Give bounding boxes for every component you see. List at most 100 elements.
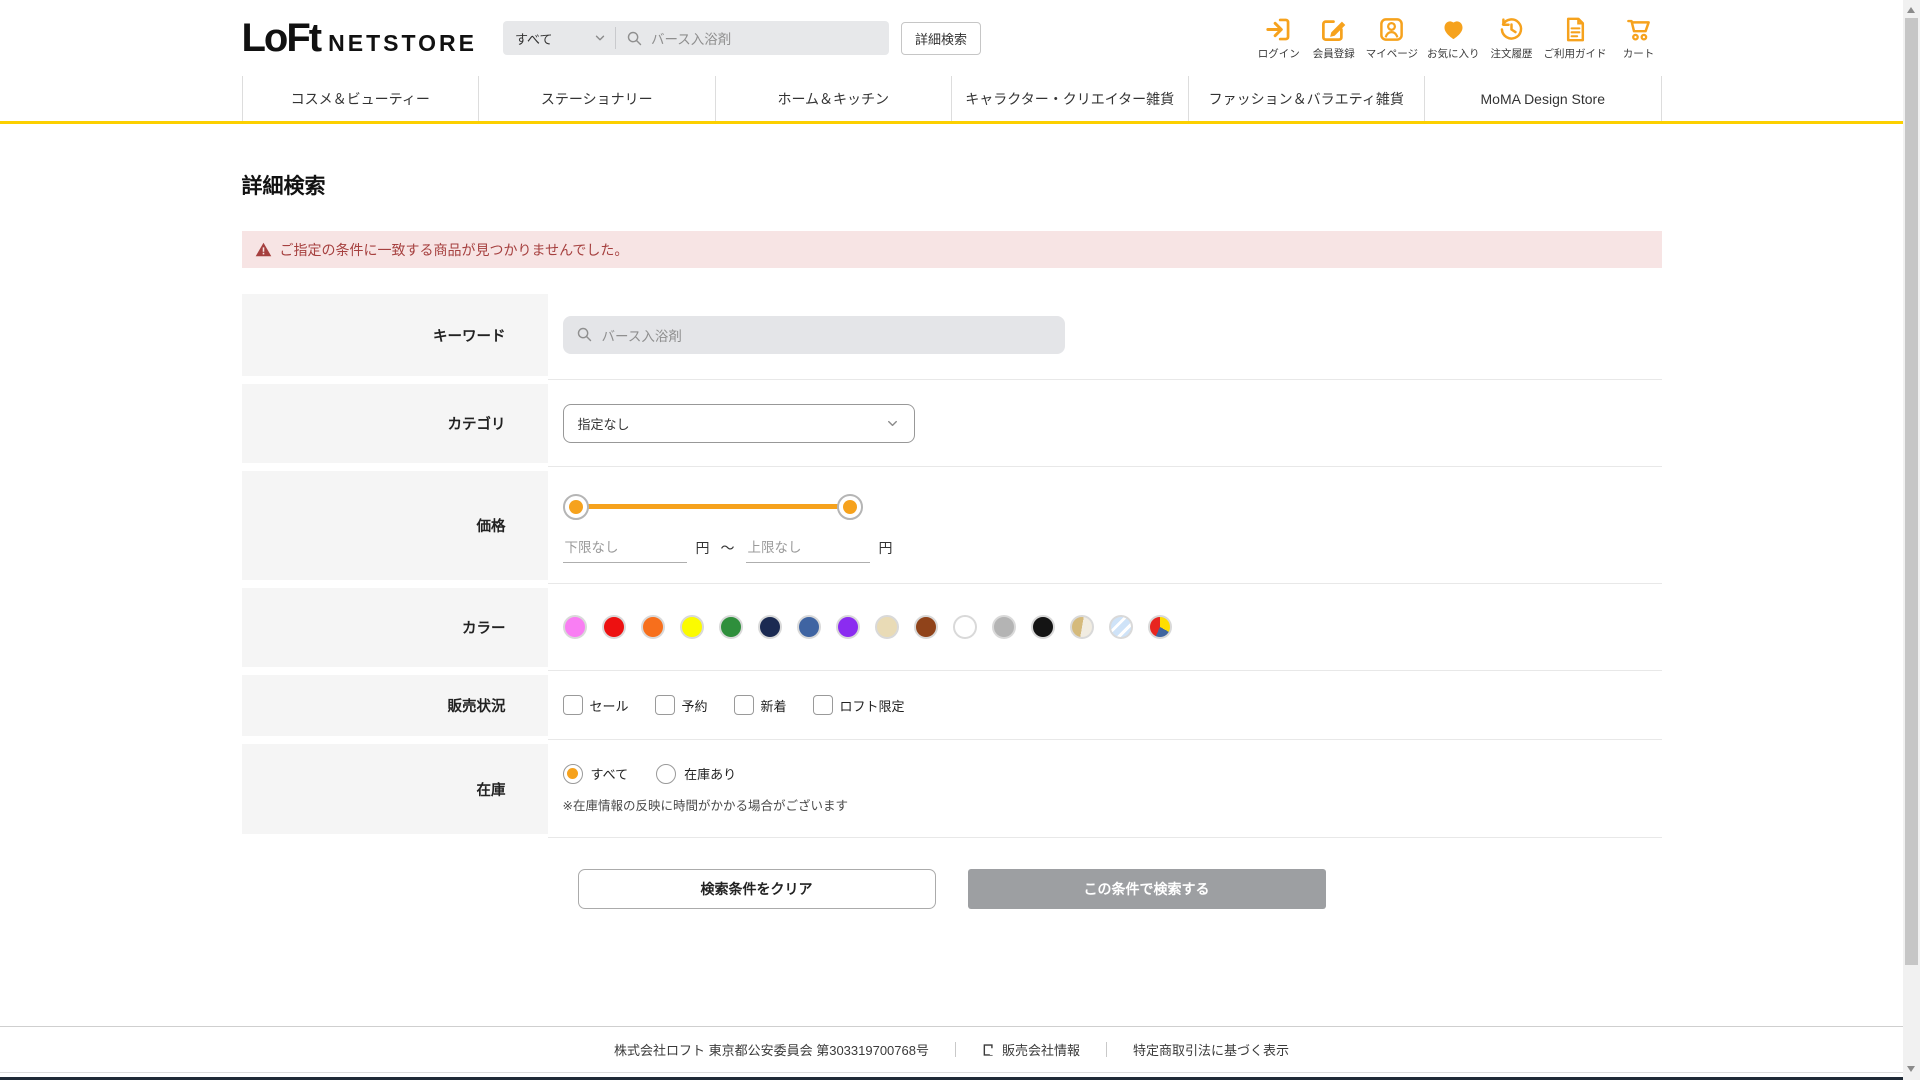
search-query-text: バース入浴剤: [650, 32, 732, 47]
footer-divider: [1105, 1042, 1107, 1057]
footer-legal-label: 特定商取引法に基づく表示: [1132, 1043, 1289, 1058]
detail-search-button[interactable]: 詳細検索: [900, 21, 981, 55]
radio-label: 在庫あり: [684, 767, 737, 782]
search-icon: [627, 31, 642, 45]
color-swatch-black[interactable]: [1030, 615, 1055, 639]
checkbox-box: [733, 695, 754, 715]
color-swatch-white[interactable]: [952, 615, 977, 639]
keyword-label: キーワード: [241, 294, 548, 376]
favorites-icon: [1444, 20, 1463, 39]
scrollbar-up-arrow[interactable]: [1907, 7, 1915, 13]
color-swatch-green[interactable]: [718, 615, 743, 639]
color-swatch-orange[interactable]: [640, 615, 665, 639]
guide-link[interactable]: ご利用ガイド: [1544, 16, 1607, 61]
checkbox-box: [654, 695, 675, 715]
register-label: 会員登録: [1312, 47, 1355, 60]
color-swatch-blue[interactable]: [796, 615, 821, 639]
register-link[interactable]: 会員登録: [1311, 16, 1357, 61]
scrollbar[interactable]: [1903, 0, 1920, 1080]
sales-status-label: 販売状況: [241, 675, 548, 736]
footer-company-info-label: 販売会社情報: [1001, 1043, 1080, 1058]
warning-icon: [255, 242, 271, 257]
form-row-sales-status: 販売状況 セール 予約 新着 ロフト限定: [241, 671, 1662, 740]
error-message-bar: ご指定の条件に一致する商品が見つかりませんでした。: [241, 231, 1662, 268]
search-with-conditions-button[interactable]: この条件で検索する: [967, 869, 1326, 909]
scrollbar-down-arrow[interactable]: [1907, 1066, 1915, 1072]
checkbox-sale[interactable]: セール: [562, 695, 629, 715]
color-swatch-multicolor[interactable]: [1147, 615, 1172, 639]
slider-track[interactable]: [574, 504, 851, 509]
color-swatch-beige[interactable]: [874, 615, 899, 639]
cart-icon: [1627, 19, 1650, 41]
checkbox-box: [812, 695, 833, 715]
nav-item-character[interactable]: キャラクター・クリエイター雑貨: [951, 76, 1188, 121]
keyword-input[interactable]: バース入浴剤: [562, 315, 1065, 354]
chevron-down-icon: [887, 420, 897, 426]
search-input[interactable]: バース入浴剤: [616, 28, 889, 48]
color-swatch-clear[interactable]: [1108, 615, 1133, 639]
nav-item-home-kitchen[interactable]: ホーム＆キッチン: [714, 76, 952, 121]
category-select[interactable]: 指定なし: [562, 403, 915, 443]
nav-item-moma[interactable]: MoMA Design Store: [1424, 76, 1662, 121]
clear-conditions-button[interactable]: 検索条件をクリア: [577, 869, 936, 909]
checkbox-preorder[interactable]: 予約: [654, 695, 708, 715]
favorites-link[interactable]: お気に入り: [1427, 16, 1480, 61]
header: LoFt NETSTORE すべて バース入浴剤 詳細検索 ログイン 会員登録 …: [242, 0, 1662, 76]
page-title: 詳細検索: [241, 175, 326, 198]
color-swatch-navy[interactable]: [757, 615, 782, 639]
stock-options: すべて 在庫あり: [562, 763, 1662, 784]
color-swatch-pink[interactable]: [562, 615, 587, 639]
checkbox-loft-exclusive[interactable]: ロフト限定: [812, 695, 905, 715]
main-content: 詳細検索 ご指定の条件に一致する商品が見つかりませんでした。 キーワード バース…: [241, 170, 1662, 909]
slider-handle-max[interactable]: [836, 493, 863, 520]
login-icon: [1266, 18, 1290, 40]
category-selected-value: 指定なし: [577, 416, 630, 432]
order-history-link[interactable]: 注文履歴: [1489, 16, 1535, 61]
color-swatch-yellow[interactable]: [679, 615, 704, 639]
logo-loft-text: LoFt: [241, 16, 323, 60]
page: LoFt NETSTORE すべて バース入浴剤 詳細検索 ログイン 会員登録 …: [0, 0, 1920, 1080]
nav-item-fashion[interactable]: ファッション＆バラエティ雑貨: [1187, 76, 1425, 121]
mypage-link[interactable]: マイページ: [1366, 16, 1418, 61]
chevron-down-icon: [595, 35, 605, 41]
footer-legal-link[interactable]: 特定商取引法に基づく表示: [1133, 1040, 1289, 1059]
radio-all[interactable]: すべて: [562, 763, 628, 784]
keyword-value: バース入浴剤: [601, 328, 682, 344]
color-swatches: [562, 615, 1662, 639]
radio-dot: [567, 768, 578, 779]
slider-handle-min[interactable]: [562, 493, 589, 520]
footer-company-info-link[interactable]: 販売会社情報: [982, 1040, 1080, 1059]
login-link[interactable]: ログイン: [1256, 16, 1302, 61]
checkbox-label: 予約: [681, 698, 708, 714]
favorites-label: お気に入り: [1427, 47, 1480, 60]
price-max-input[interactable]: 上限なし: [745, 534, 870, 563]
color-swatch-brown[interactable]: [913, 615, 938, 639]
logo-netstore-text: NETSTORE: [328, 30, 477, 56]
nav-item-stationery[interactable]: ステーショナリー: [478, 76, 715, 121]
company-icon: [983, 1043, 994, 1056]
search-category-select[interactable]: すべて: [503, 21, 615, 55]
checkbox-label: セール: [589, 698, 629, 714]
header-quick-links: ログイン 会員登録 マイページ お気に入り 注文履歴 ご利用ガイド カート: [1256, 16, 1662, 61]
form-row-category: カテゴリ 指定なし: [241, 380, 1662, 467]
login-label: ログイン: [1257, 47, 1300, 60]
error-message-text: ご指定の条件に一致する商品が見つかりませんでした。: [279, 241, 629, 258]
loft-logo[interactable]: LoFt NETSTORE: [242, 18, 477, 58]
color-swatch-purple[interactable]: [835, 615, 860, 639]
price-range-slider: [562, 493, 863, 520]
color-swatch-gold[interactable]: [1069, 615, 1094, 639]
scrollbar-thumb[interactable]: [1905, 18, 1918, 965]
detail-search-button-label: 詳細検索: [914, 31, 967, 47]
radio-circle: [656, 763, 677, 784]
price-inputs: 下限なし 円 ～ 上限なし 円: [562, 534, 1662, 563]
sales-status-options: セール 予約 新着 ロフト限定: [562, 695, 1662, 715]
checkbox-new[interactable]: 新着: [733, 695, 787, 715]
search-bar: すべて バース入浴剤: [502, 21, 889, 55]
cart-link[interactable]: カート: [1616, 16, 1662, 61]
price-min-input[interactable]: 下限なし: [562, 534, 687, 563]
color-swatch-gray[interactable]: [991, 615, 1016, 639]
color-swatch-red[interactable]: [601, 615, 626, 639]
radio-circle: [562, 763, 583, 784]
radio-in-stock[interactable]: 在庫あり: [656, 763, 737, 784]
nav-item-cosme[interactable]: コスメ＆ビューティー: [241, 76, 479, 121]
